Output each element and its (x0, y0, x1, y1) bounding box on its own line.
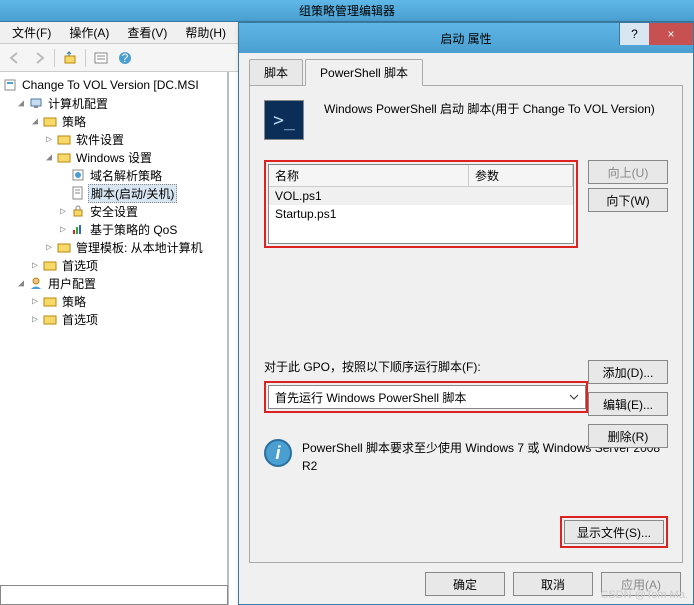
show-files-button[interactable]: 显示文件(S)... (564, 520, 664, 544)
tab-script[interactable]: 脚本 (249, 59, 303, 86)
tree-pane: Change To VOL Version [DC.MSI ◢ 计算机配置 ◢ … (0, 72, 229, 605)
toolbar-help-button[interactable]: ? (114, 47, 136, 69)
bottom-strip (0, 585, 228, 605)
tree-security-settings[interactable]: ▷ 安全设置 (2, 202, 225, 220)
tree-software-settings[interactable]: ▷ 软件设置 (2, 130, 225, 148)
svg-text:?: ? (122, 51, 129, 65)
expander-icon[interactable]: ▷ (28, 314, 42, 325)
add-button[interactable]: 添加(D)... (588, 360, 668, 384)
chevron-down-icon (569, 392, 579, 402)
folder-icon (42, 257, 58, 273)
ok-button[interactable]: 确定 (425, 572, 505, 596)
script-order-combobox[interactable]: 首先运行 Windows PowerShell 脚本 (268, 385, 586, 409)
info-icon: i (264, 439, 292, 467)
toolbar-forward-button[interactable] (28, 47, 50, 69)
column-name[interactable]: 名称 (269, 165, 469, 186)
tree-policies-user[interactable]: ▷ 策略 (2, 292, 225, 310)
folder-icon (42, 113, 58, 129)
tree[interactable]: Change To VOL Version [DC.MSI ◢ 计算机配置 ◢ … (0, 72, 227, 587)
expander-icon[interactable]: ◢ (42, 152, 56, 163)
expander-icon[interactable]: ▷ (28, 260, 42, 271)
watermark: CSDN @Tom Ma. (600, 589, 688, 601)
expander-icon[interactable]: ▷ (56, 206, 70, 217)
qos-icon (70, 221, 86, 237)
dialog-help-button[interactable]: ? (619, 23, 649, 45)
toolbar-separator (54, 49, 55, 67)
expander-icon[interactable]: ◢ (14, 98, 28, 109)
tree-qos[interactable]: ▷ 基于策略的 QoS (2, 220, 225, 238)
up-button[interactable]: 向上(U) (588, 160, 668, 184)
policy-icon (2, 77, 18, 93)
dialog-titlebar[interactable]: 启动 属性 ? × (239, 23, 693, 53)
combo-value: 首先运行 Windows PowerShell 脚本 (275, 389, 466, 406)
toolbar-up-button[interactable] (59, 47, 81, 69)
tree-user-config[interactable]: ◢ 用户配置 (2, 274, 225, 292)
tab-powershell[interactable]: PowerShell 脚本 (305, 59, 423, 86)
tree-computer-config[interactable]: ◢ 计算机配置 (2, 94, 225, 112)
tree-windows-settings[interactable]: ◢ Windows 设置 (2, 148, 225, 166)
dialog-tabs: 脚本 PowerShell 脚本 (249, 59, 683, 86)
powershell-icon: >_ (264, 100, 304, 140)
expander-icon[interactable]: ▷ (42, 242, 56, 253)
tree-policies[interactable]: ◢ 策略 (2, 112, 225, 130)
folder-icon (42, 311, 58, 327)
expander-icon[interactable]: ◢ (14, 278, 28, 289)
policy-item-icon (70, 167, 86, 183)
folder-icon (56, 239, 72, 255)
folder-icon (42, 293, 58, 309)
user-icon (28, 275, 44, 291)
menu-view[interactable]: 查看(V) (119, 22, 175, 43)
toolbar-separator (85, 49, 86, 67)
edit-button[interactable]: 编辑(E)... (588, 392, 668, 416)
column-param[interactable]: 参数 (469, 165, 573, 186)
tree-root[interactable]: Change To VOL Version [DC.MSI (2, 76, 225, 94)
expander-icon[interactable]: ▷ (56, 224, 70, 235)
folder-icon (56, 131, 72, 147)
down-button[interactable]: 向下(W) (588, 188, 668, 212)
main-window-title: 组策略管理编辑器 (299, 2, 395, 19)
menu-file[interactable]: 文件(F) (4, 22, 59, 43)
folder-icon (56, 149, 72, 165)
menu-action[interactable]: 操作(A) (61, 22, 117, 43)
tree-preferences-user[interactable]: ▷ 首选项 (2, 310, 225, 328)
cancel-button[interactable]: 取消 (513, 572, 593, 596)
list-item[interactable]: VOL.ps1 (269, 187, 573, 205)
lock-icon (70, 203, 86, 219)
remove-button[interactable]: 删除(R) (588, 424, 668, 448)
tree-admin-templates[interactable]: ▷ 管理模板: 从本地计算机 (2, 238, 225, 256)
tab-content: >_ Windows PowerShell 启动 脚本(用于 Change To… (249, 85, 683, 563)
expander-icon[interactable]: ▷ (28, 296, 42, 307)
computer-icon (28, 95, 44, 111)
list-item[interactable]: Startup.ps1 (269, 205, 573, 223)
tree-preferences[interactable]: ▷ 首选项 (2, 256, 225, 274)
expander-icon[interactable]: ◢ (28, 116, 42, 127)
toolbar-back-button[interactable] (4, 47, 26, 69)
main-window-titlebar: 组策略管理编辑器 (0, 0, 694, 22)
dialog-title: 启动 属性 (440, 30, 491, 47)
dialog-heading: Windows PowerShell 启动 脚本(用于 Change To VO… (324, 100, 668, 118)
menu-help[interactable]: 帮助(H) (177, 22, 234, 43)
script-list[interactable]: 名称 参数 VOL.ps1 Startup.ps1 (268, 164, 574, 244)
script-icon (70, 185, 86, 201)
tree-name-resolution[interactable]: 域名解析策略 (2, 166, 225, 184)
toolbar-list-button[interactable] (90, 47, 112, 69)
startup-properties-dialog: 启动 属性 ? × 脚本 PowerShell 脚本 >_ Windows Po… (238, 22, 694, 605)
dialog-close-button[interactable]: × (649, 23, 693, 45)
expander-icon[interactable]: ▷ (42, 134, 56, 145)
list-header: 名称 参数 (269, 165, 573, 187)
tree-scripts[interactable]: 脚本(启动/关机) (2, 184, 225, 202)
